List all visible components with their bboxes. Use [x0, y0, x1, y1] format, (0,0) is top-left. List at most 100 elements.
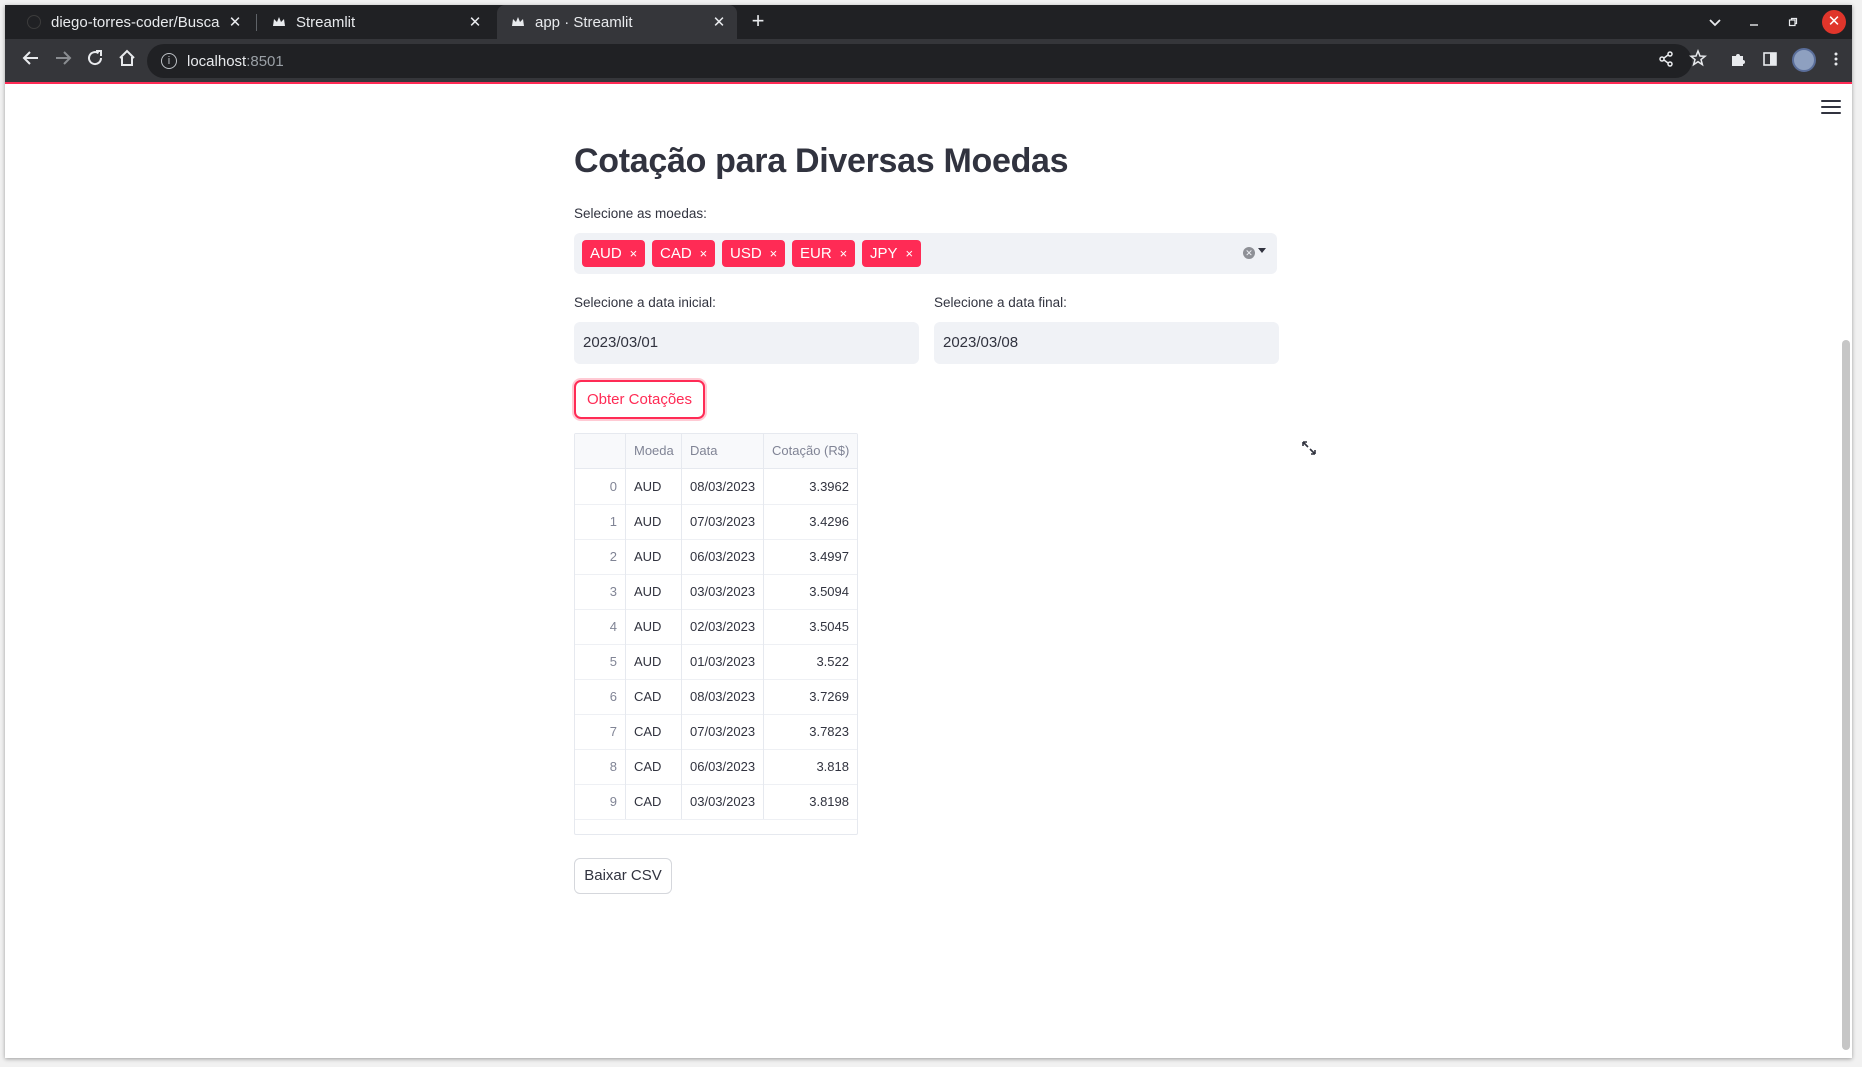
- header-data[interactable]: Data: [682, 434, 764, 468]
- tab-title: Streamlit: [296, 13, 356, 31]
- currency-multiselect[interactable]: AUD × CAD × USD × EUR × JPY × ✕: [574, 233, 1277, 274]
- start-date-input[interactable]: 2023/03/01: [574, 322, 919, 364]
- url-host: localhost: [187, 52, 247, 70]
- row-index: 8: [575, 749, 626, 784]
- chip-remove-icon[interactable]: ×: [840, 246, 856, 261]
- cell-cotacao: 3.7269: [809, 689, 849, 704]
- url-port: :8501: [246, 52, 284, 70]
- header-cotacao[interactable]: Cotação (R$): [764, 434, 857, 468]
- row-index: 4: [575, 609, 626, 644]
- row-index: 6: [575, 679, 626, 714]
- table-row[interactable]: 8 CAD 06/03/2023 3.818: [575, 749, 857, 785]
- cell-data: 06/03/2023: [682, 749, 764, 784]
- cell-cotacao: 3.4997: [809, 549, 849, 564]
- row-index: 9: [575, 784, 626, 819]
- table-row[interactable]: 2 AUD 06/03/2023 3.4997: [575, 539, 857, 575]
- side-panel-icon[interactable]: [1757, 48, 1783, 74]
- chip-label: JPY: [870, 245, 898, 262]
- table-header: Moeda Data Cotação (R$): [575, 434, 857, 469]
- cell-data: 07/03/2023: [682, 714, 764, 749]
- table-row[interactable]: 4 AUD 02/03/2023 3.5045: [575, 609, 857, 645]
- site-info-icon[interactable]: i: [161, 53, 177, 69]
- chip-remove-icon[interactable]: ×: [906, 246, 922, 261]
- download-csv-button[interactable]: Baixar CSV: [574, 858, 672, 894]
- table-row[interactable]: 7 CAD 07/03/2023 3.7823: [575, 714, 857, 750]
- table-row[interactable]: 6 CAD 08/03/2023 3.7269: [575, 679, 857, 715]
- cell-cotacao: 3.5045: [809, 619, 849, 634]
- minimize-icon[interactable]: [1742, 10, 1766, 34]
- currency-select-label: Selecione as moedas:: [574, 206, 707, 221]
- tab-close-icon[interactable]: ✕: [707, 13, 731, 31]
- address-bar[interactable]: i localhost:8501: [147, 44, 1692, 78]
- row-index: 2: [575, 539, 626, 574]
- reload-icon[interactable]: [82, 48, 108, 74]
- chip-eur: EUR ×: [792, 240, 856, 267]
- chip-remove-icon[interactable]: ×: [630, 246, 646, 261]
- cell-moeda: CAD: [626, 679, 682, 714]
- row-index: 7: [575, 714, 626, 749]
- tab-github[interactable]: diego-torres-coder/Busca ✕: [13, 5, 253, 39]
- hamburger-menu-icon[interactable]: [1821, 100, 1841, 116]
- chip-cad: CAD ×: [652, 240, 716, 267]
- forward-arrow-icon[interactable]: [50, 48, 76, 74]
- chip-remove-icon[interactable]: ×: [700, 246, 716, 261]
- page-scrollbar[interactable]: [1842, 340, 1850, 1050]
- row-index: 3: [575, 574, 626, 609]
- chip-label: EUR: [800, 245, 832, 262]
- cell-cotacao: 3.3962: [809, 479, 849, 494]
- row-index: 0: [575, 469, 626, 504]
- home-icon[interactable]: [114, 48, 140, 74]
- start-date-label: Selecione a data inicial:: [574, 295, 716, 310]
- chip-label: USD: [730, 245, 762, 262]
- page-title: Cotação para Diversas Moedas: [574, 142, 1069, 180]
- chip-aud: AUD ×: [582, 240, 646, 267]
- tab-search-chevron-icon[interactable]: [1703, 10, 1727, 34]
- cell-cotacao: 3.4296: [809, 514, 849, 529]
- browser-toolbar: i localhost:8501: [5, 39, 1852, 84]
- chip-remove-icon[interactable]: ×: [770, 246, 786, 261]
- tab-close-icon[interactable]: ✕: [463, 13, 487, 31]
- quotes-dataframe[interactable]: Moeda Data Cotação (R$) 0 AUD 08/03/2023 3.…: [574, 433, 858, 835]
- cell-data: 01/03/2023: [682, 644, 764, 679]
- clear-all-icon[interactable]: ✕: [1243, 247, 1255, 259]
- tab-app-streamlit[interactable]: app · Streamlit ✕: [497, 5, 737, 39]
- table-row[interactable]: 1 AUD 07/03/2023 3.4296: [575, 504, 857, 540]
- cell-moeda: AUD: [626, 469, 682, 504]
- chip-label: CAD: [660, 245, 692, 262]
- row-index: 1: [575, 504, 626, 539]
- cell-moeda: AUD: [626, 574, 682, 609]
- end-date-label: Selecione a data final:: [934, 295, 1067, 310]
- table-row[interactable]: 0 AUD 08/03/2023 3.3962: [575, 469, 857, 505]
- chevron-down-icon[interactable]: [1258, 248, 1266, 253]
- table-row[interactable]: 5 AUD 01/03/2023 3.522: [575, 644, 857, 680]
- fetch-quotes-button[interactable]: Obter Cotações: [574, 380, 705, 419]
- back-arrow-icon[interactable]: [18, 48, 44, 74]
- cell-data: 06/03/2023: [682, 539, 764, 574]
- restore-icon[interactable]: [1781, 10, 1805, 34]
- end-date-input[interactable]: 2023/03/08: [934, 322, 1279, 364]
- streamlit-page: Cotação para Diversas Moedas Selecione a…: [5, 84, 1852, 1058]
- window-close-icon[interactable]: ✕: [1822, 10, 1846, 34]
- cell-moeda: AUD: [626, 539, 682, 574]
- extensions-puzzle-icon[interactable]: [1725, 48, 1751, 74]
- share-icon[interactable]: [1653, 48, 1679, 74]
- browser-window: diego-torres-coder/Busca ✕ Streamlit ✕ a…: [5, 5, 1852, 1058]
- streamlit-crown-icon: [272, 15, 286, 29]
- header-moeda[interactable]: Moeda: [626, 434, 682, 468]
- table-row[interactable]: 9 CAD 03/03/2023 3.8198: [575, 784, 857, 820]
- tab-streamlit[interactable]: Streamlit ✕: [258, 5, 493, 39]
- cell-data: 03/03/2023: [682, 574, 764, 609]
- profile-avatar[interactable]: [1792, 48, 1816, 72]
- kebab-menu-icon[interactable]: [1823, 48, 1849, 74]
- cell-data: 02/03/2023: [682, 609, 764, 644]
- fullscreen-expand-icon[interactable]: [1300, 439, 1318, 457]
- cell-moeda: AUD: [626, 609, 682, 644]
- new-tab-button[interactable]: +: [746, 10, 770, 34]
- row-index: 5: [575, 644, 626, 679]
- tab-separator: [256, 14, 257, 31]
- bookmark-star-icon[interactable]: [1685, 48, 1711, 74]
- table-row[interactable]: 3 AUD 03/03/2023 3.5094: [575, 574, 857, 610]
- chip-label: AUD: [590, 245, 622, 262]
- tab-title: app · Streamlit: [535, 13, 633, 31]
- tab-close-icon[interactable]: ✕: [223, 13, 247, 31]
